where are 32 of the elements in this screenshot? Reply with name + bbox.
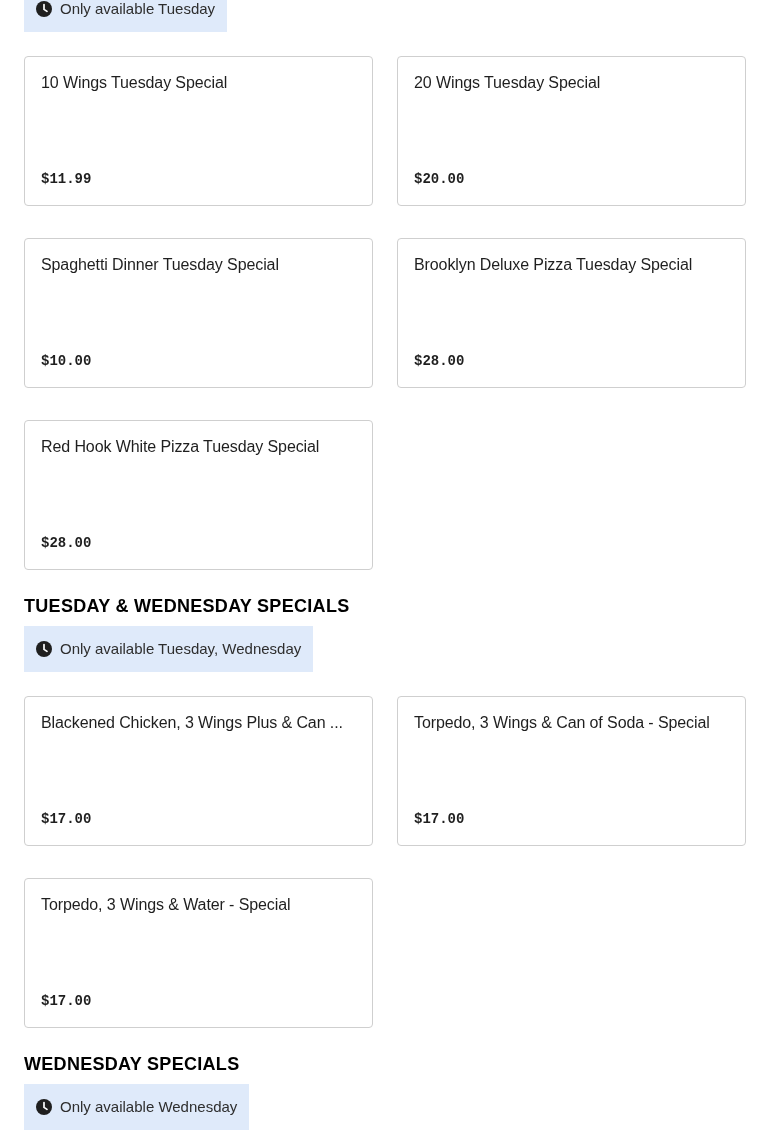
- availability-text: Only available Tuesday: [60, 0, 216, 19]
- clock-icon: [36, 1099, 52, 1115]
- menu-item-card[interactable]: Torpedo, 3 Wings & Can of Soda - Special $17.00: [397, 696, 746, 846]
- availability-text: Only available Wednesday: [60, 1097, 238, 1117]
- item-price: $17.00: [414, 810, 465, 829]
- item-name: Torpedo, 3 Wings & Can of Soda - Special: [414, 713, 710, 733]
- menu-item-card[interactable]: Red Hook White Pizza Tuesday Special $28.00: [24, 420, 373, 570]
- availability-text: Only available Tuesday, Wednesday: [60, 639, 302, 659]
- item-price: $17.00: [41, 810, 92, 829]
- menu-item-card[interactable]: Brooklyn Deluxe Pizza Tuesday Special $28.00: [397, 238, 746, 388]
- menu-item-card[interactable]: 10 Wings Tuesday Special $11.99: [24, 56, 373, 206]
- menu-item-card[interactable]: 20 Wings Tuesday Special $20.00: [397, 56, 746, 206]
- item-name: Spaghetti Dinner Tuesday Special: [41, 255, 279, 275]
- item-name: Brooklyn Deluxe Pizza Tuesday Special: [414, 255, 693, 275]
- item-price: $10.00: [41, 352, 92, 371]
- item-price: $20.00: [414, 170, 465, 189]
- item-price: $28.00: [41, 534, 92, 553]
- section-heading: WEDNESDAY SPECIALS: [24, 1053, 240, 1076]
- item-name: 20 Wings Tuesday Special: [414, 73, 601, 93]
- section-heading: TUESDAY & WEDNESDAY SPECIALS: [24, 595, 350, 618]
- item-name: 10 Wings Tuesday Special: [41, 73, 228, 93]
- item-price: $28.00: [414, 352, 465, 371]
- menu-item-card[interactable]: Spaghetti Dinner Tuesday Special $10.00: [24, 238, 373, 388]
- item-name: Blackened Chicken, 3 Wings Plus & Can ...: [41, 713, 343, 733]
- clock-icon: [36, 1, 52, 17]
- item-price: $17.00: [41, 992, 92, 1011]
- menu-item-card[interactable]: Torpedo, 3 Wings & Water - Special $17.00: [24, 878, 373, 1028]
- menu-item-card[interactable]: Blackened Chicken, 3 Wings Plus & Can ... $17.00: [24, 696, 373, 846]
- item-price: $11.99: [41, 170, 92, 189]
- item-name: Torpedo, 3 Wings & Water - Special: [41, 895, 291, 915]
- item-name: Red Hook White Pizza Tuesday Special: [41, 437, 320, 457]
- clock-icon: [36, 641, 52, 657]
